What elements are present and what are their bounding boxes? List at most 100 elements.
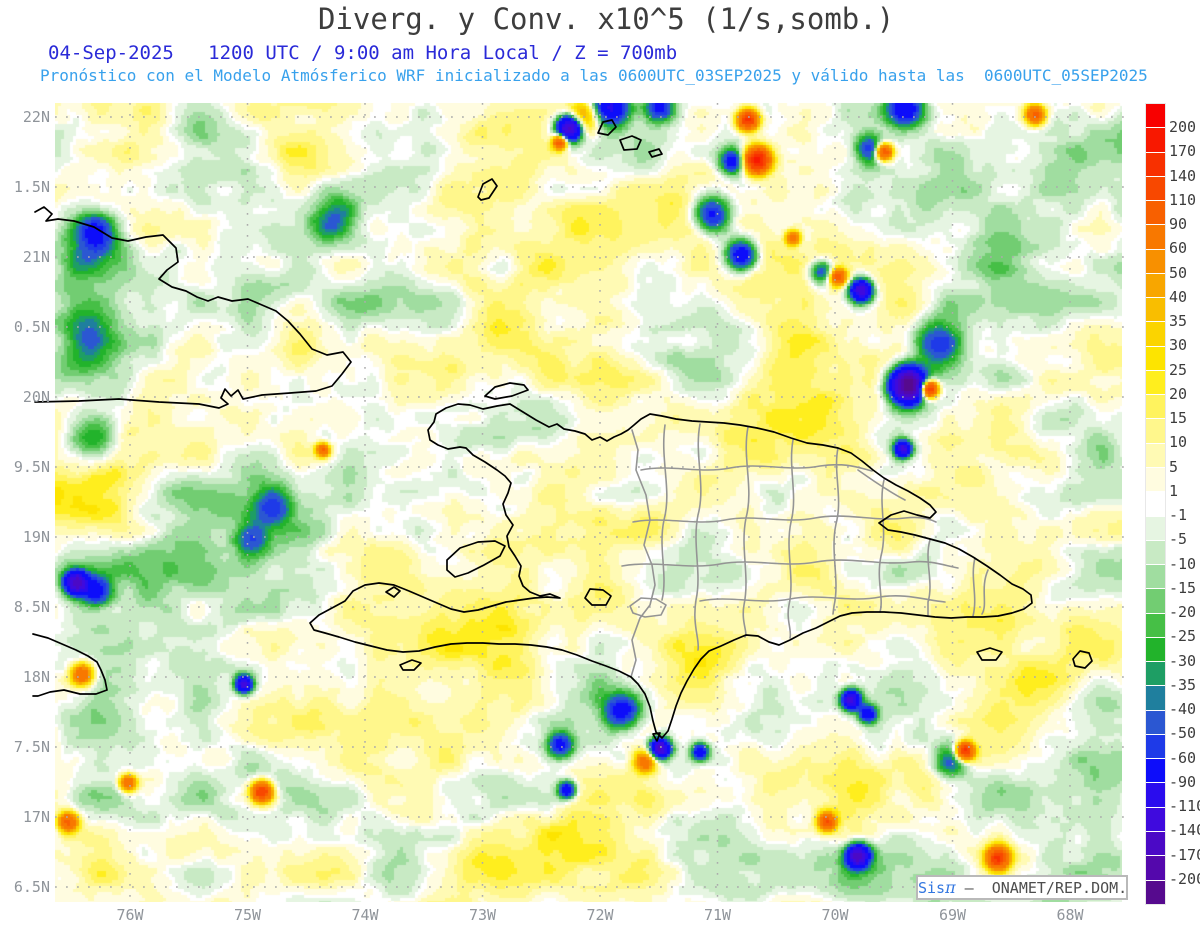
colorbar-tick-label: 10 [1169, 433, 1188, 452]
colorbar-tick-label: -10 [1169, 554, 1197, 573]
y-axis-label: 21N [22, 248, 50, 266]
colorbar-tick-label: -1 [1169, 506, 1188, 525]
x-axis-label: 70W [821, 906, 849, 924]
x-axis-label: 73W [468, 906, 497, 924]
branding-box: Sisπ – ONAMET/REP.DOM. [916, 875, 1128, 900]
brand-pi-symbol: π [945, 878, 956, 897]
colorbar [1145, 103, 1166, 905]
saona-island-coastline [976, 647, 1003, 661]
jamaica-coastline [32, 633, 108, 697]
turks-caicos-coastline [597, 119, 663, 158]
mona-island-coastline [1072, 650, 1093, 669]
y-axis-label: 1.5N [13, 178, 50, 196]
colorbar-tick-label: -110 [1169, 797, 1200, 816]
colorbar-tick-label: -90 [1169, 772, 1197, 791]
y-axis-label: 6.5N [13, 878, 50, 896]
colorbar-segment [1146, 806, 1165, 831]
beata-island-coastline [652, 732, 661, 742]
colorbar-segment [1146, 104, 1165, 128]
colorbar-tick-label: 200 [1169, 118, 1197, 137]
gonave-island-coastline [446, 540, 506, 578]
colorbar-segment [1146, 369, 1165, 395]
colorbar-tick-label: 90 [1169, 215, 1188, 234]
x-axis-label: 69W [938, 906, 967, 924]
colorbar-segment [1146, 661, 1165, 686]
x-axis-label: 75W [233, 906, 262, 924]
grid-lines [55, 103, 1132, 903]
colorbar-tick-label: -50 [1169, 724, 1197, 743]
colorbar-segment [1146, 636, 1165, 662]
colorbar-tick-label: 1 [1169, 481, 1179, 500]
colorbar-tick-label: -200 [1169, 869, 1200, 888]
colorbar-tick-label: 140 [1169, 166, 1197, 185]
colorbar-segment [1146, 297, 1165, 322]
colorbar-segment [1146, 782, 1165, 807]
colorbar-tick-label: 35 [1169, 312, 1188, 331]
colorbar-tick-label: 40 [1169, 287, 1188, 306]
colorbar-segment [1146, 758, 1165, 783]
brand-org-text: – ONAMET/REP.DOM. [955, 879, 1128, 897]
colorbar-tick-label: -170 [1169, 845, 1200, 864]
colorbar-tick-label: -60 [1169, 748, 1197, 767]
colorbar-tick-label: 25 [1169, 360, 1188, 379]
colorbar-segment [1146, 345, 1165, 370]
colorbar-segment [1146, 830, 1165, 856]
colorbar-segment [1146, 709, 1165, 734]
y-axis-label: 17N [22, 808, 50, 826]
colorbar-tick-label: -25 [1169, 627, 1197, 646]
colorbar-segment [1146, 151, 1165, 176]
brand-sis-text: Sis [918, 879, 946, 897]
etang-saumatre-outline [584, 588, 612, 606]
ile-a-vache-coastline [399, 659, 422, 671]
x-axis-label: 71W [703, 906, 732, 924]
colorbar-tick-label: 30 [1169, 336, 1188, 355]
x-axis-label: 68W [1056, 906, 1084, 924]
colorbar-segment [1146, 321, 1165, 346]
colorbar-tick-label: 60 [1169, 239, 1188, 258]
y-axis-label: 0.5N [13, 318, 50, 336]
cuba-coastline [34, 206, 352, 409]
colorbar-segment [1146, 515, 1165, 540]
colorbar-tick-label: 5 [1169, 457, 1179, 476]
colorbar-segment [1146, 612, 1165, 637]
y-axis-label: 22N [22, 108, 50, 126]
colorbar-segment [1146, 272, 1165, 298]
colorbar-tick-label: 20 [1169, 384, 1188, 403]
colorbar-segment [1146, 733, 1165, 759]
haiti-dr-border-line [630, 429, 656, 678]
x-axis-label: 72W [586, 906, 614, 924]
y-axis-label: 9.5N [13, 458, 50, 476]
y-axis-label: 19N [22, 528, 50, 546]
map-overlay-svg [32, 103, 1132, 903]
y-axis-label: 18N [22, 668, 50, 686]
colorbar-segment [1146, 175, 1165, 201]
colorbar-segment [1146, 539, 1165, 565]
cayemite-island-coastline [385, 586, 401, 598]
colorbar-segment [1146, 394, 1165, 419]
colorbar-segment [1146, 127, 1165, 152]
colorbar-segment [1146, 466, 1165, 492]
colorbar-tick-label: 170 [1169, 142, 1197, 161]
x-axis-label: 74W [351, 906, 379, 924]
colorbar-tick-label: -140 [1169, 821, 1200, 840]
hispaniola-coastline [309, 403, 1033, 739]
colorbar-segment [1146, 442, 1165, 467]
colorbar-segment [1146, 200, 1165, 225]
colorbar-segment [1146, 855, 1165, 880]
colorbar-segment [1146, 248, 1165, 273]
colorbar-segment [1146, 564, 1165, 589]
colorbar-segment [1146, 418, 1165, 443]
colorbar-tick-label: 15 [1169, 409, 1188, 428]
colorbar-segment [1146, 588, 1165, 613]
colorbar-segment [1146, 685, 1165, 710]
colorbar-tick-label: -35 [1169, 675, 1197, 694]
weather-chart-figure: Diverg. y Conv. x10^5 (1/s,somb.) 04-Sep… [0, 0, 1200, 927]
colorbar-tick-label: -5 [1169, 530, 1188, 549]
colorbar-segment [1146, 491, 1165, 516]
colorbar-tick-label: -30 [1169, 651, 1197, 670]
great-inagua-coastline [477, 178, 498, 201]
colorbar-tick-label: -15 [1169, 578, 1197, 597]
tortuga-island-coastline [484, 382, 529, 400]
y-axis-label: 8.5N [13, 598, 50, 616]
colorbar-tick-label: -20 [1169, 603, 1197, 622]
